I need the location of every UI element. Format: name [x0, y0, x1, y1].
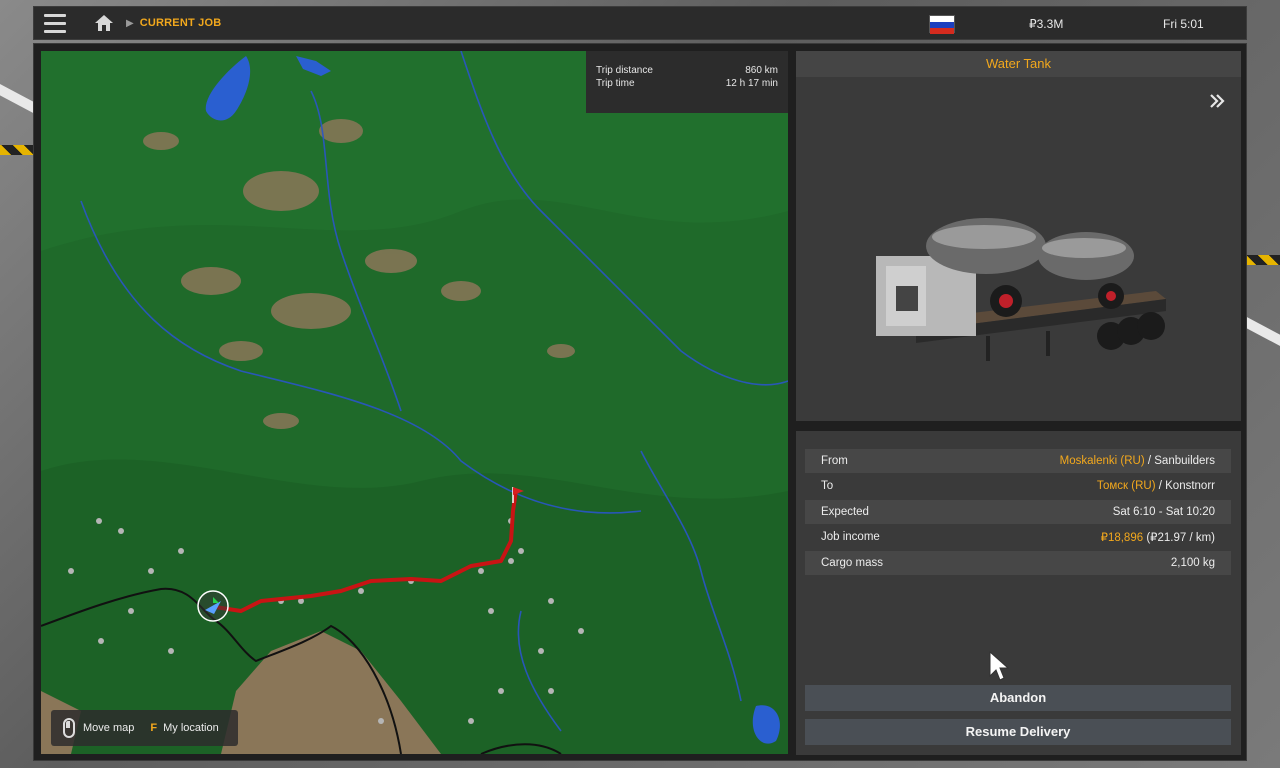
- cargo-title: Water Tank: [796, 51, 1241, 77]
- trip-distance-value: 860 km: [745, 65, 778, 76]
- job-income-rate: (₽21.97 / km): [1143, 532, 1215, 544]
- from-value: Moskalenki (RU) / Sanbuilders: [1060, 455, 1215, 467]
- breadcrumb-current-job: CURRENT JOB: [139, 17, 222, 29]
- job-income-amount: ₽18,896: [1100, 532, 1144, 544]
- cargo-mass-value: 2,100 kg: [1170, 557, 1215, 569]
- cargo-mass-row: Cargo mass 2,100 kg: [805, 551, 1231, 575]
- job-income-value: ₽18,896 (₽21.97 / km): [1101, 530, 1215, 544]
- location-hotkey: F: [150, 722, 158, 734]
- abandon-button[interactable]: Abandon: [805, 685, 1231, 711]
- from-label: From: [821, 455, 848, 467]
- from-company: / Sanbuilders: [1144, 455, 1215, 467]
- move-map-label: Move map: [83, 722, 135, 734]
- job-income-row: Job income ₽18,896 (₽21.97 / km): [805, 525, 1231, 549]
- truck-position-icon[interactable]: [196, 589, 230, 623]
- trip-summary: Trip distance 860 km Trip time 12 h 17 m…: [586, 51, 788, 113]
- expected-row: Expected Sat 6:10 - Sat 10:20: [805, 500, 1231, 524]
- to-company: / Konstnorr: [1155, 480, 1215, 492]
- job-window: Trip distance 860 km Trip time 12 h 17 m…: [33, 43, 1247, 761]
- game-clock: Fri 5:01: [1163, 17, 1204, 31]
- to-city: Томск (RU): [1096, 480, 1156, 492]
- cargo-preview-panel: Water Tank: [796, 51, 1241, 421]
- to-value: Томск (RU) / Konstnorr: [1097, 480, 1215, 492]
- map-controls-legend: Move map F My location: [51, 710, 238, 746]
- hamburger-menu-icon[interactable]: [44, 6, 78, 40]
- job-details-panel: From Moskalenki (RU) / Sanbuilders To То…: [796, 431, 1241, 755]
- trailer-image: [876, 218, 1166, 361]
- trip-time-row: Trip time 12 h 17 min: [596, 77, 778, 90]
- cargo-mass-label: Cargo mass: [821, 557, 883, 569]
- home-icon[interactable]: [90, 9, 118, 37]
- money-balance: ₽3.3M: [1029, 17, 1064, 31]
- job-income-label: Job income: [821, 531, 880, 543]
- to-row: To Томск (RU) / Konstnorr: [805, 474, 1231, 498]
- trip-distance-label: Trip distance: [596, 65, 653, 76]
- top-bar: ▶ CURRENT JOB ₽3.3M Fri 5:01: [33, 6, 1247, 40]
- hazard-stripe: [1245, 255, 1280, 265]
- country-flag-icon: [929, 15, 955, 34]
- route-map[interactable]: Trip distance 860 km Trip time 12 h 17 m…: [41, 51, 788, 754]
- to-label: To: [821, 480, 834, 492]
- destination-flag-icon: [512, 487, 524, 503]
- flag-stripe-red: [930, 28, 954, 34]
- trip-time-label: Trip time: [596, 78, 635, 89]
- route-line: [214, 490, 518, 613]
- trip-time-value: 12 h 17 min: [725, 78, 778, 89]
- mouse-icon: [63, 718, 75, 738]
- mouse-cursor-icon: [989, 650, 1010, 681]
- from-row: From Moskalenki (RU) / Sanbuilders: [805, 449, 1231, 473]
- expected-label: Expected: [821, 506, 869, 518]
- next-double-chevron-icon[interactable]: [1207, 91, 1227, 111]
- resume-delivery-button[interactable]: Resume Delivery: [805, 719, 1231, 745]
- breadcrumb-chevron-icon: ▶: [126, 17, 134, 29]
- from-city: Moskalenki (RU): [1059, 455, 1145, 467]
- my-location-label[interactable]: My location: [163, 722, 219, 734]
- expected-value: Sat 6:10 - Sat 10:20: [1112, 506, 1215, 518]
- trip-distance-row: Trip distance 860 km: [596, 64, 778, 77]
